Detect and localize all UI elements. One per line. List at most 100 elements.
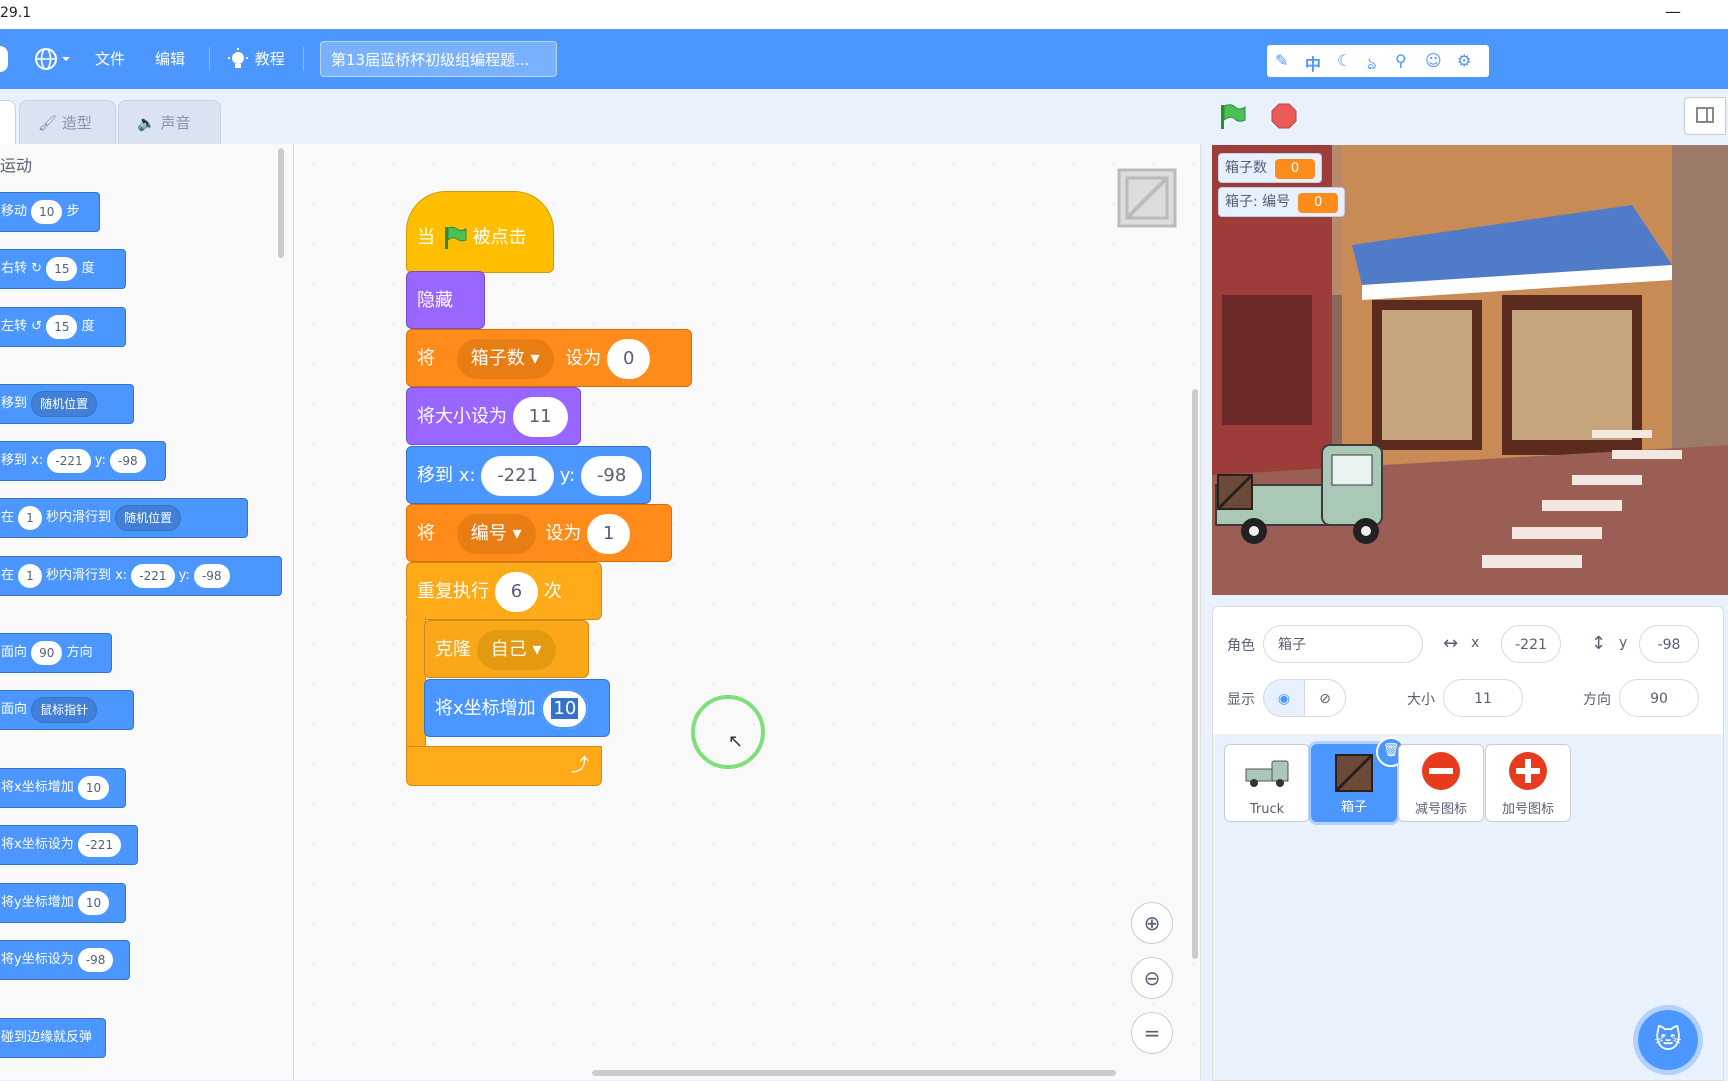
size-input[interactable]: 11 [1443,679,1523,717]
file-menu[interactable]: 文件 [95,29,125,89]
edit-menu[interactable]: 编辑 [155,29,185,89]
monitor-box-id[interactable]: 箱子: 编号 0 [1218,187,1346,217]
box-thumbnail [1334,753,1374,793]
direction-label: 方向 [1583,692,1611,708]
addon-toolbar: ✎ 中 ☾ ঌ ⚲ ☺ ⚙ [1267,45,1489,77]
sprite-tile-plus-icon[interactable]: 加号图标 [1485,744,1571,822]
goto-y-input[interactable]: -98 [580,456,643,496]
plus-icon [1509,752,1547,790]
sprite-tile-minus-icon[interactable]: 减号图标 [1398,744,1484,822]
code-horizontal-scrollbar[interactable] [592,1070,1116,1076]
window-title: 29.1 [0,5,32,21]
tab-sounds[interactable]: 🔈 声音 [118,100,221,144]
palette-block-set-y[interactable]: 将y坐标设为 -98 [0,940,130,980]
stage-canvas[interactable]: 箱子数 0 箱子: 编号 0 [1212,145,1728,595]
green-flag-icon[interactable] [1216,102,1246,132]
palette-block-turn-left[interactable]: 左转 ↺ 15 度 [0,307,126,347]
hide-block[interactable]: 隐藏 [406,271,485,329]
palette-block-point-towards[interactable]: 面向 鼠标指针 [0,690,134,730]
size-label: 大小 [1407,692,1435,708]
paintbrush-icon: 🖌 [38,114,58,132]
stop-icon[interactable] [1270,102,1298,130]
tab-costumes[interactable]: 🖌 造型 [19,100,116,144]
set-box-count-block[interactable]: 将 箱子数 ▾ 设为 0 [406,329,692,387]
palette-block-change-y[interactable]: 将y坐标增加 10 [0,883,126,923]
menu-divider [209,47,210,71]
eye-slash-icon: ⊘ [1319,691,1331,707]
palette-block-goto[interactable]: 移到 随机位置 [0,384,134,424]
show-visible-button[interactable]: ◉ [1263,679,1305,717]
palette-block-point-direction[interactable]: 面向 90 方向 [0,633,112,673]
language-toggle[interactable]: 中 [1305,51,1321,75]
y-arrows-icon: ↕ [1591,633,1607,654]
tab-code[interactable] [0,100,16,144]
tutorials-menu[interactable]: 教程 [226,29,290,89]
sprite-tile-box[interactable]: 箱子 🗑 [1311,737,1406,822]
goto-xy-block[interactable]: 移到 x: -221 y: -98 [406,446,651,504]
speaker-icon: 🔈 [137,114,156,132]
sprite-name-input[interactable]: 箱子 [1263,625,1423,663]
truck-thumbnail [1245,760,1289,787]
zoom-reset-button[interactable]: = [1131,1012,1173,1054]
loop-arrow-icon: ⤴ [571,755,589,776]
palette-block-set-x[interactable]: 将x坐标设为 -221 [0,825,138,865]
emoji-icon[interactable]: ☺ [1425,51,1442,70]
palette-scrollbar[interactable] [278,148,284,258]
mouse-cursor-icon: ↖ [728,731,744,752]
zoom-out-button[interactable]: ⊖ [1131,957,1173,999]
palette-block-bounce[interactable]: 碰到边缘就反弹 [0,1018,106,1058]
size-input[interactable]: 11 [512,397,568,437]
variable-dropdown[interactable]: 编号 ▾ [456,514,536,554]
window-title-bar: 29.1 — [0,0,1728,30]
set-size-block[interactable]: 将大小设为 11 [406,387,581,445]
repeat-block[interactable]: 重复执行 6 次 ⤴ 克隆 自己 ▾ 将x坐标增加 10 [406,562,610,786]
palette-block-move[interactable]: 移动 10 步 [0,192,100,232]
y-input[interactable]: -98 [1639,625,1699,663]
palette-block-change-x[interactable]: 将x坐标增加 10 [0,768,126,808]
palette-block-glide-xy[interactable]: 在 1 秒内滑行到 x: -221 y: -98 [0,556,282,596]
code-area[interactable]: 当 被点击 隐藏 将 箱子数 ▾ 设为 0 将大小设为 11 移到 x: -22… [294,144,1201,1080]
set-id-block[interactable]: 将 编号 ▾ 设为 1 [406,504,672,562]
choose-sprite-button[interactable]: 🐱 [1638,1010,1698,1070]
user-icon[interactable]: ⚲ [1395,51,1407,70]
sprite-name-label: 角色 [1227,638,1255,654]
minimize-button[interactable]: — [1665,2,1681,21]
create-clone-block[interactable]: 克隆 自己 ▾ [424,620,589,678]
green-flag-icon [444,226,467,249]
menu-bar: 文件 编辑 教程 第13届蓝桥杯初级组编程题... ✎ 中 ☾ ঌ ⚲ ☺ ⚙ [0,29,1728,89]
variable-dropdown[interactable]: 箱子数 ▾ [456,339,554,379]
show-hidden-button[interactable]: ⊘ [1304,679,1346,717]
direction-input[interactable]: 90 [1619,679,1699,717]
set-value-input[interactable]: 1 [586,514,631,554]
moon-icon[interactable]: ☾ [1337,51,1351,70]
edit-icon[interactable]: ✎ [1275,51,1288,70]
code-vertical-scrollbar[interactable] [1192,389,1198,959]
scratch-logo[interactable] [0,29,8,89]
goto-x-input[interactable]: -221 [481,456,555,496]
monitor-box-count[interactable]: 箱子数 0 [1218,153,1322,183]
palette-block-glide[interactable]: 在 1 秒内滑行到 随机位置 [0,498,248,538]
when-flag-clicked-block[interactable]: 当 被点击 [406,191,554,273]
stage-layout-button[interactable] [1684,97,1726,135]
palette-block-goto-xy[interactable]: 移到 x: -221 y: -98 [0,441,166,481]
change-x-block[interactable]: 将x坐标增加 10 [424,679,610,737]
addon-icon[interactable]: ঌ [1367,51,1377,78]
repeat-count-input[interactable]: 6 [494,572,539,612]
language-menu-button[interactable] [30,29,74,89]
y-label: y [1619,635,1628,651]
menu-divider [303,47,304,71]
zoom-in-button[interactable]: ⊕ [1131,902,1173,944]
set-value-input[interactable]: 0 [606,339,651,379]
change-x-input[interactable]: 10 [541,689,589,729]
layout-icon [1696,107,1714,123]
sprite-info-panel: 角色 箱子 ↔ x -221 ↕ y -98 显示 ◉ ⊘ 大小 11 方向 9… [1212,606,1724,736]
project-title-input[interactable]: 第13届蓝桥杯初级组编程题... [320,41,557,77]
current-sprite-thumbnail [1117,168,1177,228]
palette-category-title: 运动 [0,156,33,175]
palette-block-turn-right[interactable]: 右转 ↻ 15 度 [0,249,126,289]
sprite-tile-truck[interactable]: Truck [1224,744,1310,822]
tutorials-label: 教程 [254,50,285,68]
gear-icon[interactable]: ⚙ [1457,51,1471,70]
x-input[interactable]: -221 [1501,625,1561,663]
clone-target-dropdown[interactable]: 自己 ▾ [476,630,556,670]
